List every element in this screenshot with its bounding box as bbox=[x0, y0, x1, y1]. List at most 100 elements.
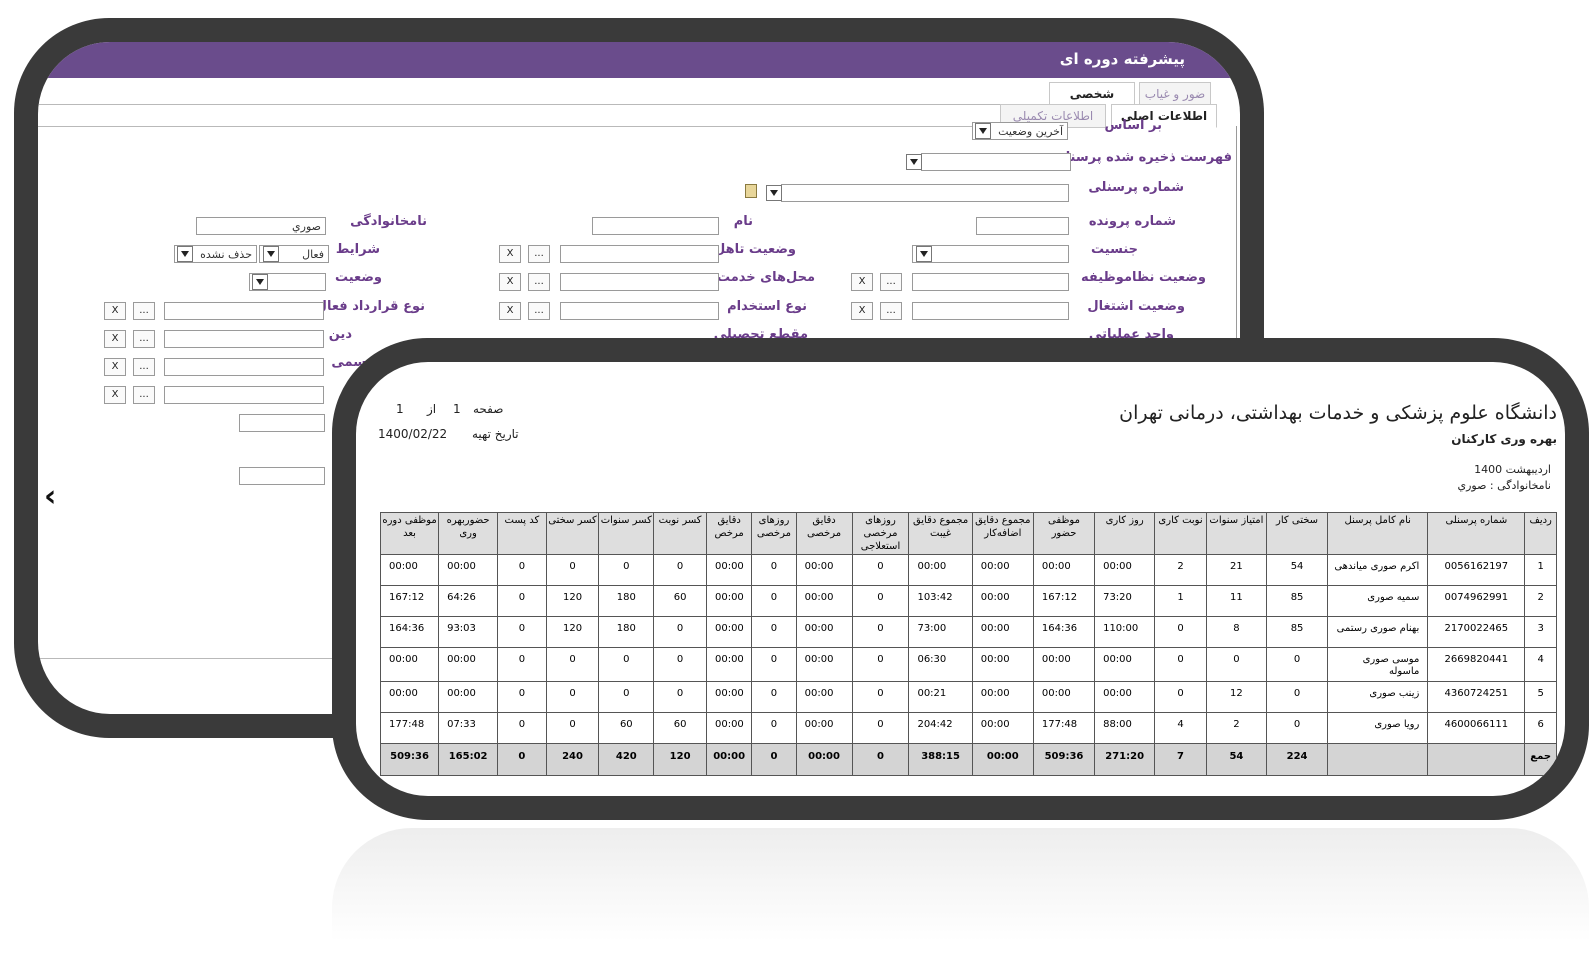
more-button[interactable]: ... bbox=[880, 302, 902, 320]
field-input[interactable] bbox=[239, 414, 325, 432]
more-button[interactable]: ... bbox=[528, 245, 550, 263]
chevron-down-icon[interactable] bbox=[766, 185, 782, 201]
marital-input[interactable] bbox=[560, 245, 719, 263]
table-cell: 00:00 bbox=[795, 681, 853, 713]
table-cell: 0 bbox=[851, 585, 910, 617]
clear-button[interactable]: X bbox=[851, 302, 873, 320]
table-cell: 00:00 bbox=[971, 681, 1034, 713]
table-cell: 0 bbox=[653, 616, 707, 648]
chevron-down-icon[interactable] bbox=[252, 274, 268, 290]
table-cell: 00:00 bbox=[438, 554, 499, 586]
column-header: امتیاز سنوات bbox=[1205, 512, 1267, 555]
of-label: از bbox=[427, 402, 437, 416]
table-cell: 00:00 bbox=[438, 647, 499, 682]
table-cell: 271:20 bbox=[1094, 743, 1156, 776]
based-on-label: بر اساس bbox=[1104, 118, 1162, 133]
clear-button[interactable]: X bbox=[499, 302, 521, 320]
table-cell: رویا صوری bbox=[1327, 712, 1429, 744]
name-input[interactable] bbox=[592, 217, 719, 235]
chevron-left-icon[interactable]: ‹ bbox=[44, 482, 56, 512]
clear-button[interactable]: X bbox=[104, 330, 126, 348]
clear-button[interactable]: X bbox=[104, 386, 126, 404]
table-cell: موسی صوری ماسوله bbox=[1327, 647, 1429, 682]
table-cell: 6 bbox=[1524, 712, 1557, 744]
file-no-label: شماره پرونده bbox=[1088, 214, 1176, 229]
lookup-icon[interactable] bbox=[745, 184, 757, 198]
tab-attendance[interactable]: ضور و غیاب bbox=[1139, 82, 1211, 106]
page-total: 1 bbox=[396, 402, 404, 416]
table-cell: 0 bbox=[751, 647, 797, 682]
table-cell: 00:00 bbox=[1032, 554, 1096, 586]
column-header: نوبت کاری bbox=[1154, 512, 1207, 555]
chevron-down-icon[interactable] bbox=[906, 154, 922, 170]
chevron-down-icon[interactable] bbox=[975, 123, 991, 139]
table-cell: 2 bbox=[1154, 554, 1207, 586]
table-cell: زینب صوری bbox=[1327, 681, 1429, 713]
more-button[interactable]: ... bbox=[528, 273, 550, 291]
more-button[interactable]: ... bbox=[528, 302, 550, 320]
field-input[interactable] bbox=[164, 386, 324, 404]
column-header: دقایق مرخصی bbox=[795, 512, 853, 555]
table-row: 1 0056162197 اکرم صوری میاندهی 54 21 2 00:00 00… bbox=[379, 554, 1557, 586]
table-cell: 0 bbox=[497, 681, 547, 713]
table-cell: 4 bbox=[1154, 712, 1207, 744]
table-cell: 0 bbox=[653, 681, 707, 713]
chevron-down-icon[interactable] bbox=[263, 246, 279, 262]
service-loc-input[interactable] bbox=[560, 273, 719, 291]
family-input[interactable]: صوري bbox=[196, 217, 326, 235]
table-cell: 00:00 bbox=[379, 681, 440, 713]
contract-input[interactable] bbox=[164, 302, 324, 320]
table-cell: 177:48 bbox=[379, 712, 440, 744]
table-cell: 00:00 bbox=[971, 647, 1034, 682]
more-button[interactable]: ... bbox=[133, 302, 155, 320]
table-cell: 240 bbox=[545, 743, 600, 776]
more-button[interactable]: ... bbox=[133, 330, 155, 348]
saved-list-input[interactable] bbox=[921, 153, 1071, 171]
tab-personal[interactable]: شخصی bbox=[1049, 82, 1135, 106]
table-cell: 0 bbox=[851, 712, 910, 744]
table-cell: 3 bbox=[1524, 616, 1557, 648]
personnel-no-input[interactable] bbox=[781, 184, 1069, 202]
clear-button[interactable]: X bbox=[104, 302, 126, 320]
table-cell: 388:15 bbox=[908, 743, 973, 776]
table-cell: 180 bbox=[598, 616, 655, 648]
table-row: 6 4600066111 رویا صوری 0 2 4 88:00 177:48 00:00 2… bbox=[379, 712, 1557, 744]
report-screen: صفحه 1 از 1 تاریخ تهیه 1400/02/22 دانشگا… bbox=[356, 362, 1565, 796]
column-header: دقایق مرخص bbox=[705, 512, 753, 555]
table-cell: 0 bbox=[1265, 681, 1329, 713]
table-cell: 120 bbox=[545, 616, 600, 648]
clear-button[interactable]: X bbox=[499, 273, 521, 291]
column-header: موظفی دوره بعد bbox=[379, 512, 440, 555]
marital-label: وضعیت تاهل bbox=[714, 242, 796, 257]
table-cell: 85 bbox=[1265, 585, 1329, 617]
chevron-down-icon[interactable] bbox=[916, 246, 932, 262]
table-cell: 164:36 bbox=[1032, 616, 1096, 648]
clear-button[interactable]: X bbox=[499, 245, 521, 263]
table-cell: 12 bbox=[1205, 681, 1267, 713]
table-cell: 88:00 bbox=[1094, 712, 1156, 744]
table-cell: 00:00 bbox=[795, 743, 853, 776]
more-button[interactable]: ... bbox=[880, 273, 902, 291]
military-input[interactable] bbox=[912, 273, 1069, 291]
table-cell: 0056162197 bbox=[1427, 554, 1526, 586]
religion-input[interactable] bbox=[164, 330, 324, 348]
table-cell: 0 bbox=[851, 681, 910, 713]
clear-button[interactable]: X bbox=[851, 273, 873, 291]
table-cell: 167:12 bbox=[1032, 585, 1096, 617]
table-cell: 0074962991 bbox=[1427, 585, 1526, 617]
column-header: روزهای مرخصی bbox=[751, 512, 797, 555]
panel-border bbox=[1236, 126, 1237, 356]
chevron-down-icon[interactable] bbox=[177, 246, 193, 262]
gender-select[interactable] bbox=[912, 245, 1069, 263]
hire-type-input[interactable] bbox=[560, 302, 719, 320]
table-cell: 165:02 bbox=[438, 743, 499, 776]
employment-input[interactable] bbox=[912, 302, 1069, 320]
field-input[interactable] bbox=[164, 358, 324, 376]
column-header: کسر سختی bbox=[545, 512, 600, 555]
more-button[interactable]: ... bbox=[133, 386, 155, 404]
file-no-input[interactable] bbox=[976, 217, 1069, 235]
field-input[interactable] bbox=[239, 467, 325, 485]
more-button[interactable]: ... bbox=[133, 358, 155, 376]
column-header: شماره پرسنلی bbox=[1427, 512, 1526, 555]
clear-button[interactable]: X bbox=[104, 358, 126, 376]
